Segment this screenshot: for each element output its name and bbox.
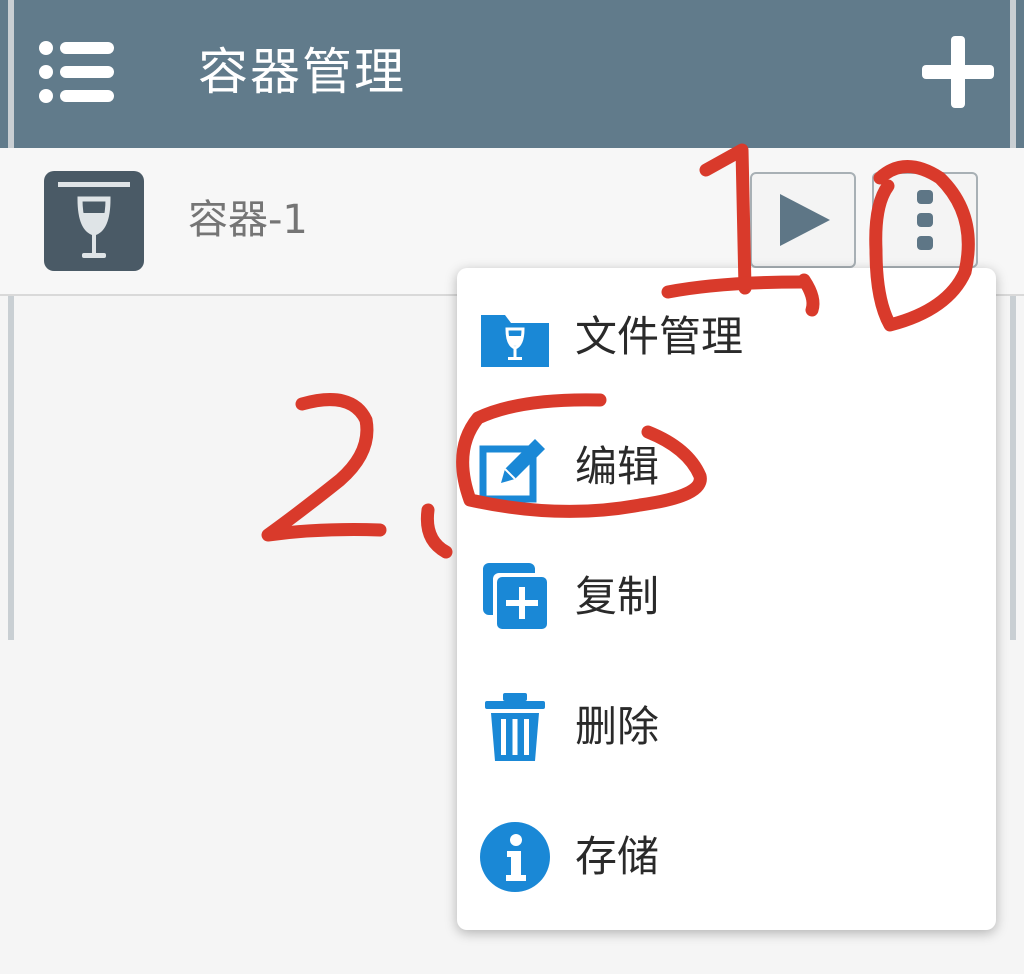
right-edge-divider xyxy=(1010,0,1016,640)
container-name: 容器-1 xyxy=(188,197,308,243)
menu-item-label: 存储 xyxy=(575,832,660,881)
wine-glass-box-icon xyxy=(44,171,144,271)
menu-item-label: 复制 xyxy=(575,572,660,621)
top-app-bar: 容器管理 xyxy=(0,0,1024,148)
plus-icon xyxy=(922,36,994,108)
context-menu: 文件管理 编辑 复制 删除 存储 xyxy=(457,268,996,930)
menu-item-edit[interactable]: 编辑 xyxy=(457,402,996,532)
menu-item-copy[interactable]: 复制 xyxy=(457,532,996,662)
copy-plus-icon xyxy=(479,561,551,633)
info-icon xyxy=(479,821,551,893)
add-container-button[interactable] xyxy=(918,32,998,112)
menu-item-file-manager[interactable]: 文件管理 xyxy=(457,272,996,402)
edit-pencil-icon xyxy=(479,431,551,503)
play-icon xyxy=(780,194,830,246)
more-vertical-icon xyxy=(917,190,933,250)
menu-item-label: 编辑 xyxy=(575,442,660,491)
menu-item-storage[interactable]: 存储 xyxy=(457,792,996,922)
annotation-digit-two xyxy=(261,393,387,542)
page-title: 容器管理 xyxy=(198,43,406,101)
menu-button[interactable] xyxy=(36,40,118,104)
trash-icon xyxy=(479,691,551,763)
more-options-button[interactable] xyxy=(872,172,978,268)
menu-item-label: 删除 xyxy=(575,702,660,751)
run-container-button[interactable] xyxy=(750,172,856,268)
folder-wine-icon xyxy=(479,301,551,373)
left-edge-divider xyxy=(8,0,14,640)
menu-item-delete[interactable]: 删除 xyxy=(457,662,996,792)
menu-item-label: 文件管理 xyxy=(575,312,744,361)
list-menu-icon xyxy=(39,41,114,103)
